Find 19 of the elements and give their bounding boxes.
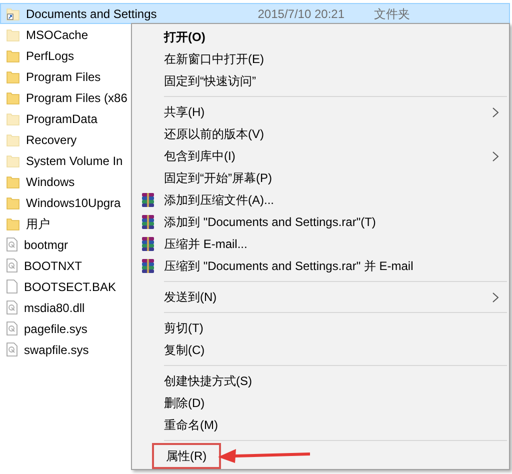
file-name: swapfile.sys — [24, 342, 89, 358]
file-name: Program Files — [26, 68, 101, 86]
file-name: Documents and Settings — [26, 6, 157, 22]
file-name: Windows10Upgra — [26, 194, 121, 212]
file-name: Windows — [26, 174, 75, 190]
file-name: pagefile.sys — [24, 320, 88, 338]
file-name: MSOCache — [26, 26, 88, 44]
file-name: bootmgr — [24, 236, 68, 254]
file-name: BOOTNXT — [24, 258, 82, 274]
file-name: 用户 — [26, 216, 50, 232]
file-name: ProgramData — [26, 110, 98, 128]
file-name: Program Files (x86 — [26, 90, 128, 106]
file-name: BOOTSECT.BAK — [24, 278, 116, 296]
file-name: Recovery — [26, 132, 77, 148]
file-name: PerfLogs — [26, 48, 74, 64]
file-type: 文件夹 — [374, 6, 410, 22]
file-name: System Volume In — [26, 152, 123, 170]
file-name: msdia80.dll — [24, 300, 85, 316]
file-date: 2015/7/10 20:21 — [258, 6, 346, 22]
